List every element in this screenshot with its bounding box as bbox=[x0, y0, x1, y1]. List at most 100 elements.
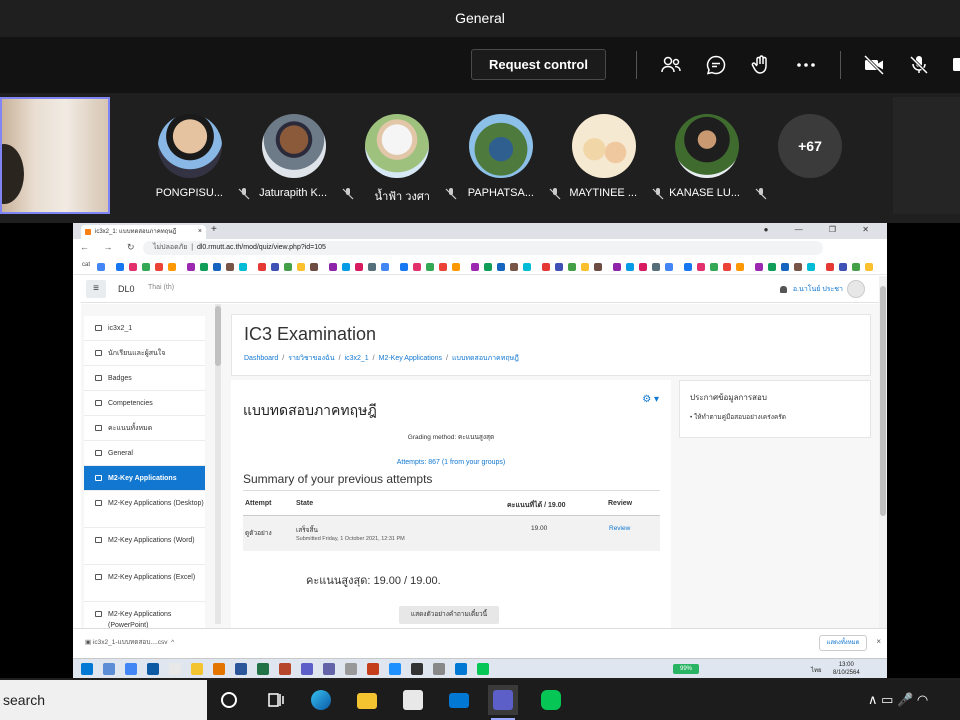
taskbar-app-icon[interactable] bbox=[213, 663, 225, 675]
site-name[interactable]: DL0 bbox=[118, 284, 135, 294]
bookmark-icon[interactable] bbox=[497, 263, 505, 271]
drawer-item[interactable]: Competencies bbox=[84, 391, 205, 416]
bookmark-icon[interactable] bbox=[329, 263, 337, 271]
taskbar-app-icon[interactable] bbox=[191, 663, 203, 675]
taskbar-app-icon[interactable] bbox=[367, 663, 379, 675]
attempts-link[interactable]: Attempts: 867 (1 from your groups) bbox=[231, 459, 671, 466]
bookmark-icon[interactable] bbox=[187, 263, 195, 271]
file-explorer-icon[interactable] bbox=[352, 685, 382, 715]
bookmark-icon[interactable] bbox=[342, 263, 350, 271]
bookmark-icon[interactable] bbox=[239, 263, 247, 271]
bookmark-icon[interactable] bbox=[594, 263, 602, 271]
bookmark-icon[interactable] bbox=[652, 263, 660, 271]
taskbar-app-icon[interactable] bbox=[125, 663, 137, 675]
taskbar-app-icon[interactable] bbox=[477, 663, 489, 675]
bookmark-icon[interactable] bbox=[665, 263, 673, 271]
drawer-item[interactable]: General bbox=[84, 441, 205, 466]
teams-icon[interactable] bbox=[488, 685, 518, 720]
taskbar-app-icon[interactable] bbox=[279, 663, 291, 675]
bookmark-icon[interactable] bbox=[413, 263, 421, 271]
bookmark-icon[interactable] bbox=[426, 263, 434, 271]
bookmark-icon[interactable] bbox=[368, 263, 376, 271]
drawer-item[interactable]: M2-Key Applications bbox=[84, 466, 205, 491]
bookmark-icon[interactable] bbox=[400, 263, 408, 271]
breadcrumb-link[interactable]: รายวิชาของฉัน bbox=[288, 355, 334, 362]
bookmark-icon[interactable] bbox=[439, 263, 447, 271]
preview-quiz-button[interactable]: แสดงตัวอย่างคำถามเดี๋ยวนี้ bbox=[399, 606, 499, 624]
task-view-icon[interactable] bbox=[260, 685, 290, 715]
taskbar-app-icon[interactable] bbox=[103, 663, 115, 675]
bookmark-icon[interactable] bbox=[568, 263, 576, 271]
breadcrumb-link[interactable]: ic3x2_1 bbox=[345, 355, 369, 362]
bookmark-icon[interactable] bbox=[723, 263, 731, 271]
taskbar-app-icon[interactable] bbox=[345, 663, 357, 675]
bookmark-icon[interactable] bbox=[200, 263, 208, 271]
taskbar-search[interactable]: search bbox=[0, 680, 207, 720]
bookmark-icon[interactable] bbox=[639, 263, 647, 271]
bookmark-icon[interactable] bbox=[484, 263, 492, 271]
bookmark-icon[interactable] bbox=[116, 263, 124, 271]
taskbar-app-icon[interactable] bbox=[323, 663, 335, 675]
breadcrumb-link[interactable]: แบบทดสอบภาคทฤษฎี bbox=[452, 355, 519, 362]
drawer-item[interactable]: M2-Key Applications (Word) bbox=[84, 528, 205, 565]
line-icon[interactable] bbox=[536, 685, 566, 715]
bookmark-icon[interactable] bbox=[581, 263, 589, 271]
window-controls[interactable]: ● — ❐ ✕ bbox=[764, 225, 881, 234]
bookmark-icon[interactable] bbox=[523, 263, 531, 271]
new-tab-button[interactable]: + bbox=[211, 224, 217, 235]
drawer-scrollbar[interactable] bbox=[215, 304, 221, 624]
notification-bell-icon[interactable] bbox=[779, 285, 787, 293]
participant-tile[interactable]: KANASE LU... bbox=[652, 114, 767, 209]
request-control-button[interactable]: Request control bbox=[471, 49, 606, 80]
review-link[interactable]: Review bbox=[609, 525, 630, 532]
menu-toggle-icon[interactable]: ≡ bbox=[86, 280, 106, 298]
raise-hand-icon[interactable] bbox=[749, 53, 773, 77]
bookmark-icon[interactable] bbox=[807, 263, 815, 271]
drawer-item[interactable]: คะแนนทั้งหมด bbox=[84, 416, 205, 441]
cortana-icon[interactable] bbox=[214, 685, 244, 715]
edge-icon[interactable] bbox=[306, 685, 336, 715]
language-menu[interactable]: Thai (th) bbox=[148, 284, 174, 291]
bookmark-icon[interactable] bbox=[129, 263, 137, 271]
bookmark-icon[interactable] bbox=[839, 263, 847, 271]
bookmark-icon[interactable] bbox=[355, 263, 363, 271]
system-tray[interactable]: ∧ ▭ 🎤 ◠ bbox=[868, 692, 928, 708]
taskbar-app-icon[interactable] bbox=[257, 663, 269, 675]
taskbar-app-icon[interactable] bbox=[147, 663, 159, 675]
bookmark-icon[interactable] bbox=[865, 263, 873, 271]
taskbar-app-icon[interactable] bbox=[455, 663, 467, 675]
drawer-item[interactable]: M2-Key Applications (Desktop) bbox=[84, 491, 205, 528]
bookmark-icon[interactable] bbox=[258, 263, 266, 271]
bookmark-icon[interactable] bbox=[168, 263, 176, 271]
breadcrumb-link[interactable]: M2-Key Applications bbox=[379, 355, 442, 362]
drawer-item[interactable]: นักเรียนและผู้สนใจ bbox=[84, 341, 205, 366]
mic-off-icon[interactable] bbox=[907, 53, 931, 77]
bookmark-icon[interactable] bbox=[510, 263, 518, 271]
taskbar-app-icon[interactable] bbox=[169, 663, 181, 675]
close-tab-icon[interactable]: × bbox=[198, 225, 202, 239]
block-item[interactable]: • ให้ทำตามคู่มือสอบอย่างเคร่งครัด bbox=[690, 412, 786, 422]
bookmark-icon[interactable] bbox=[213, 263, 221, 271]
bookmark-icon[interactable] bbox=[271, 263, 279, 271]
bookmark-icon[interactable] bbox=[755, 263, 763, 271]
people-icon[interactable] bbox=[659, 53, 683, 77]
bookmark-icon[interactable] bbox=[626, 263, 634, 271]
bookmark-item[interactable]: cat bbox=[82, 262, 90, 268]
gear-icon[interactable]: ⚙ ▾ bbox=[642, 394, 659, 405]
page-scrollbar[interactable] bbox=[879, 276, 887, 628]
bookmark-icon[interactable] bbox=[381, 263, 389, 271]
download-item[interactable]: ▣ ic3x2_1-แบบทดสอบ....csv ^ bbox=[85, 637, 174, 647]
taskbar-app-icon[interactable] bbox=[301, 663, 313, 675]
bookmark-icon[interactable] bbox=[142, 263, 150, 271]
bookmark-icon[interactable] bbox=[684, 263, 692, 271]
taskbar-app-icon[interactable] bbox=[81, 663, 93, 675]
store-icon[interactable] bbox=[398, 685, 428, 715]
drawer-item[interactable]: Badges bbox=[84, 366, 205, 391]
close-icon[interactable]: × bbox=[876, 637, 881, 646]
bookmark-icon[interactable] bbox=[852, 263, 860, 271]
chat-icon[interactable] bbox=[704, 53, 728, 77]
taskbar-app-icon[interactable] bbox=[411, 663, 423, 675]
self-video[interactable] bbox=[0, 97, 110, 214]
bookmark-icon[interactable] bbox=[452, 263, 460, 271]
clock[interactable]: 13:00 8/10/2564 bbox=[833, 661, 860, 677]
